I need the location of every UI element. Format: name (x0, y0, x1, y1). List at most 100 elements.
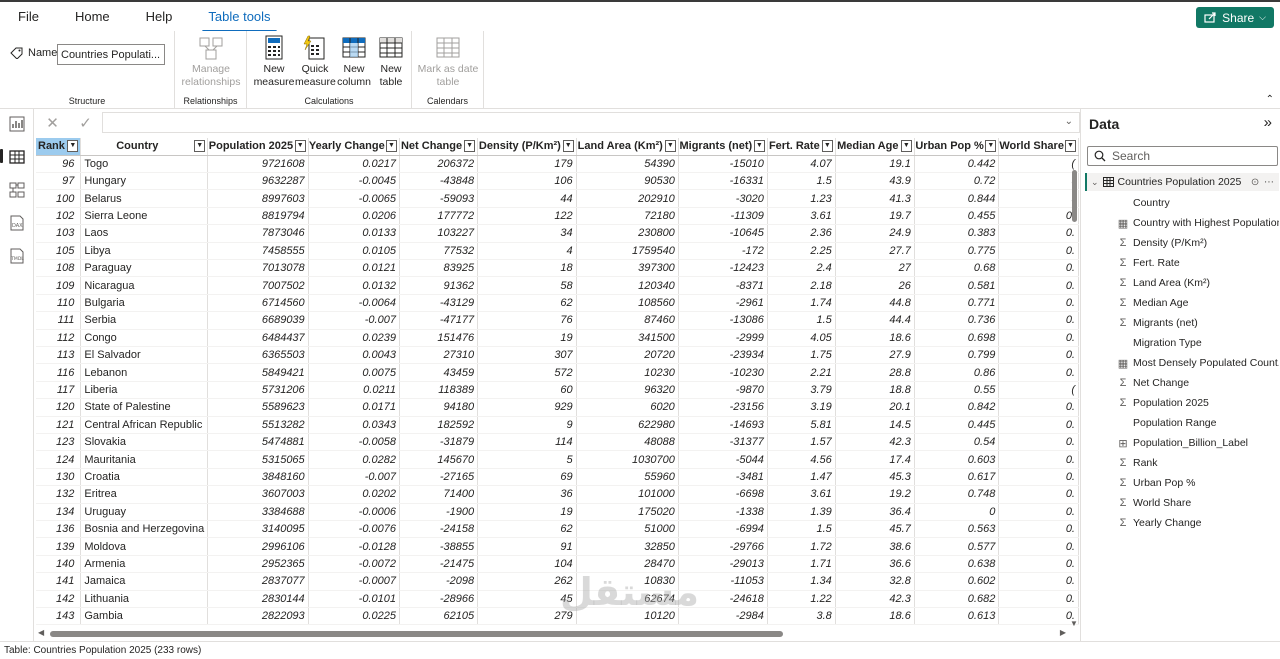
filter-dropdown-icon[interactable]: ▼ (753, 140, 765, 152)
table-cell[interactable]: 4.07 (767, 155, 836, 173)
table-cell[interactable]: 0.581 (914, 276, 1000, 295)
field-item[interactable]: ▦ Country with Highest Population (1117, 213, 1279, 233)
table-row[interactable]: 117 Liberia 5731206 0.0211 118389 60 96320 -987… (36, 381, 1079, 400)
table-row[interactable]: 141 Jamaica 2837077 -0.0007 -2098 262 10830 -11… (36, 572, 1079, 591)
table-cell[interactable]: 0.844 (914, 189, 1000, 208)
table-cell[interactable]: 0.842 (914, 398, 1000, 417)
table-cell[interactable]: 114 (477, 433, 577, 452)
table-cell[interactable]: 2.4 (767, 259, 836, 278)
filter-dropdown-icon[interactable]: ▼ (67, 140, 79, 152)
table-cell[interactable]: Nicaragua (80, 276, 209, 295)
table-cell[interactable]: 122 (477, 207, 577, 226)
table-cell[interactable]: Slovakia (80, 433, 209, 452)
table-cell[interactable]: 117 (36, 381, 82, 400)
table-cell[interactable]: 44.4 (835, 311, 915, 330)
table-row[interactable]: 96 Togo 9721608 0.0217 206372 179 54390 -15010 4… (36, 155, 1079, 173)
column-header[interactable]: Yearly Change ▼ (308, 138, 400, 156)
table-cell[interactable]: 0. (998, 537, 1079, 556)
table-cell[interactable]: -15010 (678, 155, 768, 173)
table-cell[interactable]: -0.0072 (308, 555, 400, 574)
table-cell[interactable]: 36.4 (835, 503, 915, 522)
table-cell[interactable]: 134 (36, 503, 82, 522)
table-cell[interactable]: 151476 (399, 329, 479, 347)
table-cell[interactable]: 0.603 (914, 450, 1000, 469)
table-cell[interactable]: -24158 (399, 520, 479, 539)
table-cell[interactable]: 0. (998, 207, 1079, 226)
table-row[interactable]: 100 Belarus 8997603 -0.0065 -59093 44 202910 -3… (36, 189, 1079, 208)
table-cell[interactable]: ( (998, 155, 1079, 173)
table-cell[interactable]: 120340 (576, 276, 679, 295)
table-cell[interactable]: 142 (36, 590, 82, 609)
table-cell[interactable]: 18.8 (835, 381, 915, 400)
field-item[interactable]: Σ Net Change (1117, 373, 1279, 393)
table-cell[interactable]: 140 (36, 555, 82, 574)
table-cell[interactable]: -8371 (678, 276, 768, 295)
table-cell[interactable]: -43848 (399, 172, 479, 191)
table-cell[interactable]: 2.36 (767, 224, 836, 243)
table-cell[interactable]: 3.19 (767, 398, 836, 417)
table-cell[interactable]: 96 (36, 155, 82, 173)
table-cell[interactable]: 62 (477, 520, 577, 539)
table-cell[interactable]: 4.56 (767, 450, 836, 469)
table-cell[interactable]: -5044 (678, 450, 768, 469)
column-header[interactable]: Fert. Rate ▼ (767, 138, 836, 156)
table-cell[interactable]: -59093 (399, 189, 479, 208)
table-cell[interactable]: -47177 (399, 311, 479, 330)
vertical-scrollbar[interactable]: ▼ (1069, 160, 1079, 628)
dax-query-view-icon[interactable]: DAX (8, 214, 26, 232)
table-cell[interactable]: 1.75 (767, 346, 836, 365)
table-cell[interactable]: -0.0065 (308, 189, 400, 208)
table-cell[interactable]: -2098 (399, 572, 479, 591)
table-cell[interactable]: 36.6 (835, 555, 915, 574)
table-cell[interactable]: 0. (998, 259, 1079, 278)
table-cell[interactable]: 143 (36, 607, 82, 626)
table-cell[interactable]: 1.23 (767, 189, 836, 208)
collapse-ribbon-icon[interactable]: ⌃ (1266, 94, 1274, 105)
table-cell[interactable]: 0.617 (914, 468, 1000, 487)
table-cell[interactable]: 230800 (576, 224, 679, 243)
table-cell[interactable]: 279 (477, 607, 577, 626)
table-cell[interactable]: 0.0239 (308, 329, 400, 347)
column-header[interactable]: Median Age ▼ (835, 138, 915, 156)
table-cell[interactable]: 0. (998, 311, 1079, 330)
table-cell[interactable]: -2999 (678, 329, 768, 347)
filter-dropdown-icon[interactable]: ▼ (294, 140, 306, 152)
manage-relationships-button[interactable]: Manage relationships (175, 35, 247, 89)
field-item[interactable]: Σ Urban Pop % (1117, 473, 1279, 493)
table-cell[interactable]: 177772 (399, 207, 479, 226)
table-cell[interactable]: Congo (80, 329, 209, 347)
table-cell[interactable]: 2830144 (207, 590, 309, 609)
table-cell[interactable]: 0. (998, 485, 1079, 504)
table-cell[interactable]: 45 (477, 590, 577, 609)
table-row[interactable]: 121 Central African Republic 5513282 0.0343… (36, 416, 1079, 435)
table-cell[interactable]: 14.5 (835, 416, 915, 435)
table-cell[interactable]: -31879 (399, 433, 479, 452)
table-cell[interactable]: -21475 (399, 555, 479, 574)
field-item[interactable]: Σ Migrants (net) (1117, 313, 1279, 333)
table-row[interactable]: 97 Hungary 9632287 -0.0045 -43848 106 90530 -16… (36, 172, 1079, 191)
table-cell[interactable]: 0. (998, 503, 1079, 522)
table-cell[interactable]: 9632287 (207, 172, 309, 191)
table-row[interactable]: 120 State of Palestine 5589623 0.0171 94180 9… (36, 398, 1079, 417)
table-cell[interactable]: 18.6 (835, 329, 915, 347)
table-cell[interactable]: -0.0128 (308, 537, 400, 556)
column-header[interactable]: Net Change ▼ (399, 138, 479, 156)
table-cell[interactable]: 8819794 (207, 207, 309, 226)
table-cell[interactable]: Sierra Leone (80, 207, 209, 226)
new-table-button[interactable]: New table (373, 35, 409, 89)
table-cell[interactable]: 0.72 (914, 172, 1000, 191)
horizontal-scrollbar[interactable]: ◀ ▶ (36, 628, 1066, 638)
table-cell[interactable]: 26 (835, 276, 915, 295)
table-row[interactable]: 130 Croatia 3848160 -0.007 -27165 69 55960 -348… (36, 468, 1079, 487)
table-cell[interactable]: 110 (36, 294, 82, 313)
table-cell[interactable]: Eritrea (80, 485, 209, 504)
expand-formula-icon[interactable]: ⌄ (1065, 116, 1073, 127)
table-row[interactable]: 140 Armenia 2952365 -0.0072 -21475 104 28470 -2… (36, 555, 1079, 574)
table-cell[interactable]: 3.61 (767, 207, 836, 226)
table-cell[interactable]: 2837077 (207, 572, 309, 591)
table-cell[interactable]: 96320 (576, 381, 679, 400)
table-cell[interactable]: 91 (477, 537, 577, 556)
table-cell[interactable]: 1.22 (767, 590, 836, 609)
table-cell[interactable]: 62674 (576, 590, 679, 609)
table-row[interactable]: 109 Nicaragua 7007502 0.0132 91362 58 120340 -8… (36, 276, 1079, 295)
